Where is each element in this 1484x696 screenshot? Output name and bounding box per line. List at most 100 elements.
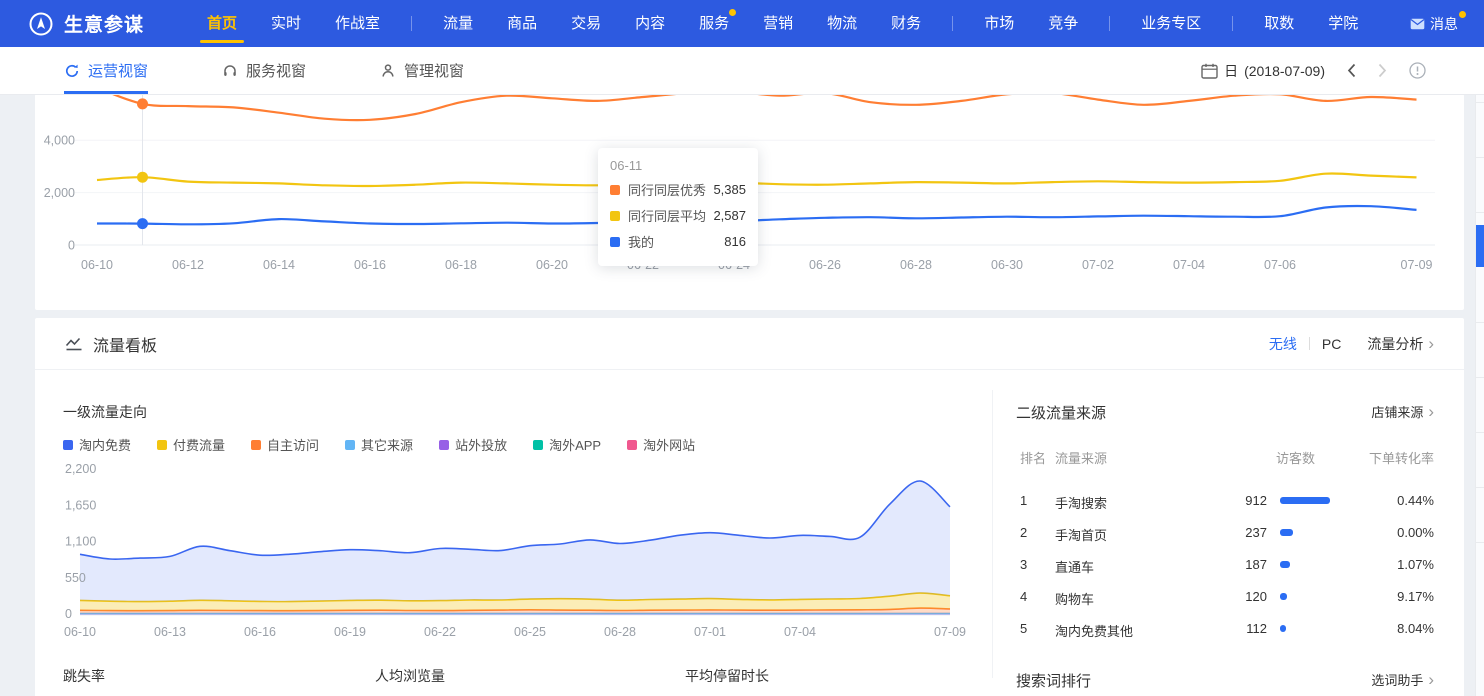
top-nav: 生意参谋 首页 实时 作战室 流量 商品 交易 内容 服务 营销 物流 财务 市… [0, 0, 1484, 47]
nav-item-logistics[interactable]: 物流 [827, 0, 857, 47]
board-header: 流量看板 无线 PC 流量分析 › [35, 318, 1464, 370]
svg-text:1,100: 1,100 [65, 535, 96, 549]
visitor-count: 187 [1146, 557, 1267, 572]
svg-text:1,650: 1,650 [65, 498, 96, 512]
legend-item-other-sources[interactable]: 其它来源 [345, 435, 413, 454]
conversion-rate: 0.00% [1397, 525, 1434, 540]
visitor-bar [1280, 529, 1293, 536]
visitor-bar [1280, 561, 1290, 568]
svg-text:06-20: 06-20 [536, 258, 568, 272]
source-name: 手淘搜索 [1055, 493, 1107, 512]
peer-comparison-card: 02,0004,00006-1006-1206-1406-1606-1806-2… [35, 94, 1464, 310]
svg-text:06-28: 06-28 [900, 258, 932, 272]
date-picker[interactable]: 日 (2018-07-09) [1201, 61, 1325, 81]
source-row[interactable]: 2 手淘首页 237 0.00% [1016, 516, 1434, 548]
svg-text:06-26: 06-26 [809, 258, 841, 272]
rail-divider [1476, 212, 1484, 213]
legend-item-paid-traffic[interactable]: 付费流量 [157, 435, 225, 454]
person-icon [380, 63, 396, 79]
svg-text:06-30: 06-30 [991, 258, 1023, 272]
svg-text:2,000: 2,000 [44, 186, 75, 200]
svg-text:06-13: 06-13 [154, 625, 186, 639]
legend-swatch [439, 440, 449, 450]
series-swatch-excellent [610, 185, 620, 195]
rank: 4 [1020, 589, 1027, 604]
traffic-analysis-link[interactable]: 流量分析 › [1367, 334, 1434, 354]
rail-divider [1476, 157, 1484, 158]
source-row[interactable]: 4 购物车 120 9.17% [1016, 580, 1434, 612]
brand[interactable]: 生意参谋 [28, 10, 144, 37]
headset-icon [222, 63, 238, 79]
nav-item-product[interactable]: 商品 [507, 0, 537, 47]
board-links: 无线 PC 流量分析 › [1269, 334, 1434, 354]
nav-item-market[interactable]: 市场 [984, 0, 1014, 47]
tooltip-row: 我的 816 [610, 232, 746, 251]
svg-text:06-22: 06-22 [424, 625, 456, 639]
rail-divider [1476, 377, 1484, 378]
nav-item-marketing[interactable]: 营销 [763, 0, 793, 47]
nav-item-content[interactable]: 内容 [635, 0, 665, 47]
scrollbar-thumb[interactable] [1476, 225, 1484, 267]
svg-text:07-04: 07-04 [1173, 258, 1205, 272]
source-name: 直通车 [1055, 557, 1094, 576]
source-name: 淘内免费其他 [1055, 621, 1133, 640]
view-tab-bar: 运营视窗 服务视窗 管理视窗 [0, 47, 1484, 94]
legend-item-taonei-free[interactable]: 淘内免费 [63, 435, 131, 454]
date-mode-label: 日 [1224, 61, 1238, 81]
column-source: 流量来源 [1055, 448, 1107, 467]
nav-item-academy[interactable]: 学院 [1328, 0, 1358, 47]
nav-item-service[interactable]: 服务 [699, 0, 729, 47]
legend-item-taowai-app[interactable]: 淘外APP [533, 435, 601, 454]
nav-item-data-extract[interactable]: 取数 [1264, 0, 1294, 47]
nav-item-traffic[interactable]: 流量 [443, 0, 473, 47]
legend-swatch [157, 440, 167, 450]
channel-toggle-wireless[interactable]: 无线 [1269, 334, 1297, 354]
stat-avg-stay-time: 平均停留时长 17.48秒 [685, 666, 965, 696]
tooltip-row: 同行同层优秀 5,385 [610, 180, 746, 199]
nav-item-messages[interactable]: 消息 [1410, 14, 1466, 34]
legend-item-taowai-website[interactable]: 淘外网站 [627, 435, 695, 454]
notification-dot [729, 9, 736, 16]
svg-text:06-10: 06-10 [81, 258, 113, 272]
svg-text:06-19: 06-19 [334, 625, 366, 639]
word-helper-link[interactable]: 选词助手› [1371, 670, 1434, 689]
prev-date-button[interactable] [1347, 63, 1356, 78]
nav-item-war-room[interactable]: 作战室 [335, 0, 380, 47]
flow-legend: 淘内免费 付费流量 自主访问 其它来源 站外投放 淘外APP 淘外网站 [63, 435, 721, 454]
source-row[interactable]: 5 淘内免费其他 112 8.04% [1016, 612, 1434, 644]
shop-source-link[interactable]: 店铺来源› [1371, 402, 1434, 421]
nav-item-competition[interactable]: 竞争 [1048, 0, 1078, 47]
source-row[interactable]: 1 手淘搜索 912 0.44% [1016, 484, 1434, 516]
legend-item-direct-visit[interactable]: 自主访问 [251, 435, 319, 454]
conversion-rate: 9.17% [1397, 589, 1434, 604]
series-swatch-average [610, 211, 620, 221]
traffic-board-card: 流量看板 无线 PC 流量分析 › 一级流量走向 淘内免费 付费流量 自主访问 … [35, 318, 1464, 696]
tab-operations-view[interactable]: 运营视窗 [64, 47, 148, 94]
chevron-left-icon [1347, 63, 1356, 78]
column-rank: 排名 [1020, 448, 1046, 467]
stat-views-per-visitor: 人均浏览量 5.01 [375, 666, 655, 696]
tab-management-view[interactable]: 管理视窗 [380, 47, 464, 94]
svg-text:07-09: 07-09 [934, 625, 966, 639]
stat-label: 平均停留时长 [685, 666, 965, 686]
visitor-bar [1280, 625, 1286, 632]
source-row[interactable]: 3 直通车 187 1.07% [1016, 548, 1434, 580]
chevron-right-icon [1378, 63, 1387, 78]
nav-item-business-zone[interactable]: 业务专区 [1141, 0, 1201, 47]
tab-service-view[interactable]: 服务视窗 [222, 47, 306, 94]
channel-toggle-pc[interactable]: PC [1322, 336, 1341, 352]
next-date-button[interactable] [1378, 63, 1387, 78]
nav-item-trade[interactable]: 交易 [571, 0, 601, 47]
rail-divider [1476, 487, 1484, 488]
visitor-bar [1280, 497, 1330, 504]
chart-tooltip: 06-11 同行同层优秀 5,385 同行同层平均 2,587 我的 816 [598, 148, 758, 266]
legend-item-offsite-ads[interactable]: 站外投放 [439, 435, 507, 454]
source-name: 购物车 [1055, 589, 1094, 608]
nav-item-realtime[interactable]: 实时 [271, 0, 301, 47]
svg-text:06-12: 06-12 [172, 258, 204, 272]
info-icon[interactable] [1409, 62, 1426, 79]
nav-item-finance[interactable]: 财务 [891, 0, 921, 47]
flow-trend-chart[interactable]: 05501,1001,6502,20006-1006-1306-1606-190… [55, 455, 995, 645]
nav-item-home[interactable]: 首页 [207, 0, 237, 47]
nav-divider [411, 16, 412, 31]
